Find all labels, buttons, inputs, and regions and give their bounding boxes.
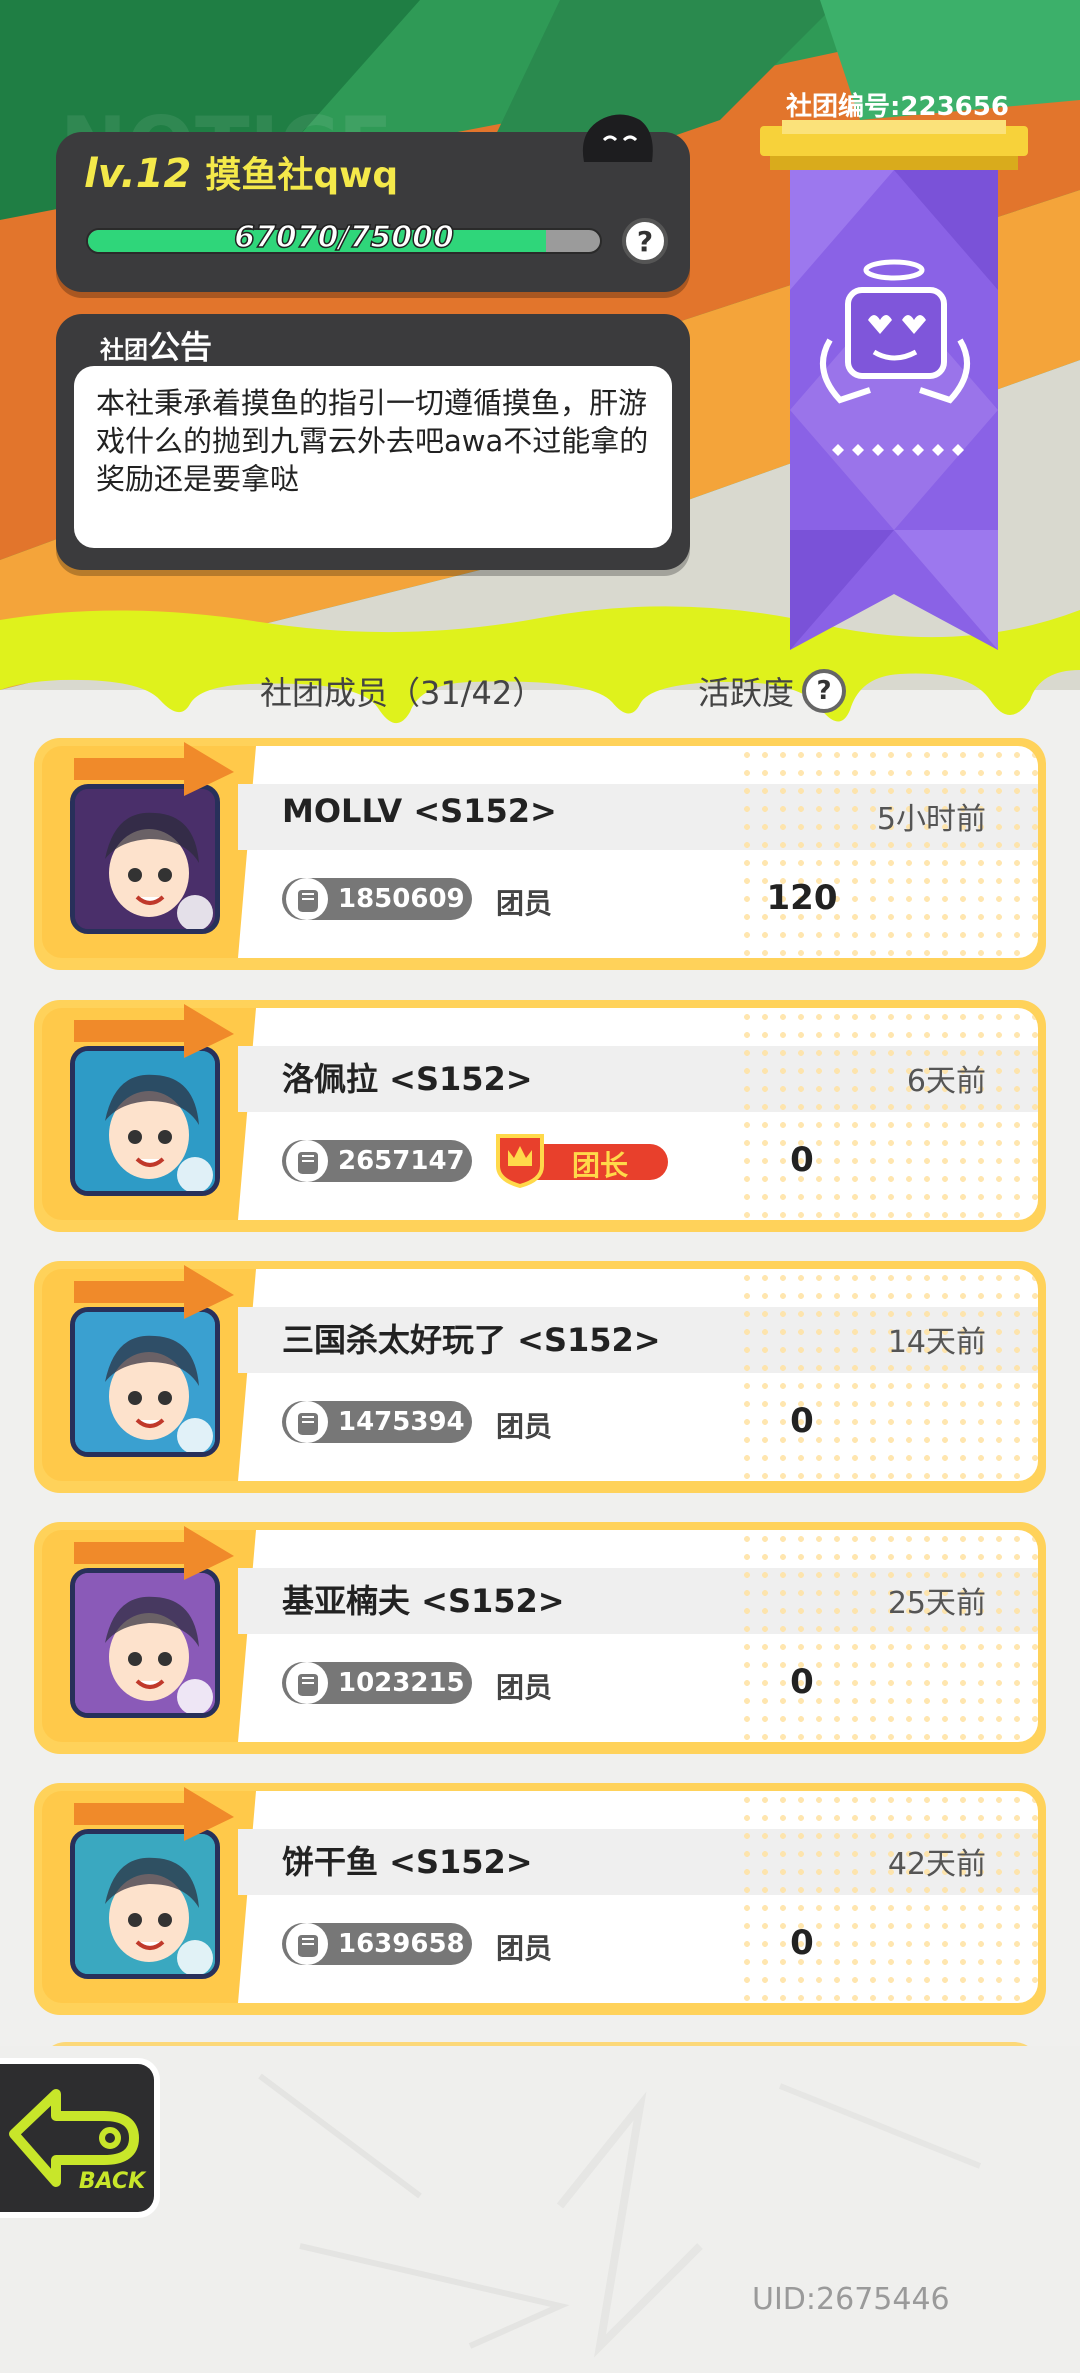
member-activity-score: 0 (790, 1662, 814, 1702)
user-uid: UID:2675446 (752, 2282, 950, 2317)
member-last-online: 42天前 (887, 1847, 986, 1882)
member-card-dots (738, 746, 1038, 958)
member-card[interactable]: 洛佩拉 <S152> 6天前 2657147 团长 0 (34, 1000, 1046, 1232)
member-card[interactable]: 基亚楠夫 <S152> 25天前 1023215 团员 0 (34, 1522, 1046, 1754)
bottom-decor (258, 2073, 982, 2358)
member-card[interactable]: 三国杀太好玩了 <S152> 14天前 1475394 团员 0 (34, 1261, 1046, 1493)
avatar-portrait-icon (75, 789, 215, 929)
member-power-value: 1023215 (338, 1668, 465, 1698)
member-card-dots (738, 1269, 1038, 1481)
activity-help-button[interactable]: ? (802, 669, 847, 713)
member-power-value: 1475394 (338, 1407, 465, 1437)
card-arrow-decor (74, 742, 234, 796)
fist-power-icon (286, 878, 328, 920)
club-title: lv.12 摸鱼社qwq (84, 146, 398, 198)
member-card-dots (738, 1791, 1038, 2003)
card-arrow-decor (74, 1265, 234, 1319)
member-power: 1475394 (282, 1401, 472, 1443)
avatar-portrait-icon (75, 1573, 215, 1713)
member-name: 饼干鱼 <S152> (282, 1843, 533, 1881)
card-arrow-decor (74, 1526, 234, 1580)
back-label: BACK (79, 2169, 147, 2194)
card-arrow-decor (74, 1004, 234, 1058)
member-activity-score: 0 (790, 1923, 814, 1963)
xp-progress-text: 67070/75000 (233, 219, 454, 256)
mascot-blob-icon (582, 114, 653, 162)
member-last-online: 25天前 (887, 1586, 986, 1621)
fist-power-icon (286, 1923, 328, 1965)
announcement-label-small: 社团 (100, 336, 148, 364)
avatar-portrait-icon (75, 1834, 215, 1974)
activity-header: 活跃度 ? (698, 668, 847, 714)
avatar-portrait-icon (75, 1312, 215, 1452)
announcement-text: 本社秉承着摸鱼的指引一切遵循摸鱼，肝游戏什么的抛到九霄云外去吧awa不过能拿的奖… (74, 366, 672, 548)
member-avatar[interactable] (70, 1046, 220, 1196)
member-power: 1850609 (282, 878, 472, 920)
member-card[interactable]: 饼干鱼 <S152> 42天前 1639658 团员 0 (34, 1783, 1046, 2015)
member-activity-score: 0 (790, 1401, 814, 1441)
member-avatar[interactable] (70, 1307, 220, 1457)
member-role: 团员 (496, 1671, 553, 1704)
card-arrow-decor (74, 1787, 234, 1841)
member-avatar[interactable] (70, 784, 220, 934)
member-role: 团员 (496, 1932, 553, 1965)
member-name: 三国杀太好玩了 <S152> (282, 1321, 661, 1359)
fist-power-icon (286, 1140, 328, 1182)
member-last-online: 6天前 (906, 1064, 986, 1099)
back-button[interactable]: BACK (0, 2058, 160, 2218)
member-role: 团员 (496, 1410, 553, 1443)
member-avatar[interactable] (70, 1829, 220, 1979)
activity-label: 活跃度 (698, 674, 795, 712)
member-name: 洛佩拉 <S152> (282, 1060, 533, 1098)
fist-power-icon (286, 1662, 328, 1704)
club-emblem-banner[interactable] (760, 120, 1028, 660)
leader-badge: 团长 (494, 1132, 672, 1188)
member-power-value: 2657147 (338, 1146, 465, 1176)
members-count-header: 社团成员（31/42） (260, 674, 545, 712)
member-name: 基亚楠夫 <S152> (282, 1582, 565, 1620)
club-level-panel: lv.12 摸鱼社qwq 67070/75000 ? (56, 114, 690, 292)
announcement-label: 社团公告 (100, 322, 212, 368)
member-power-value: 1850609 (338, 884, 465, 914)
member-card[interactable]: MOLLV <S152> 5小时前 1850609 团员 120 (34, 738, 1046, 970)
club-id: 社团编号:223656 (786, 92, 1009, 122)
member-power-value: 1639658 (338, 1929, 465, 1959)
fist-power-icon (286, 1401, 328, 1443)
member-role: 团员 (496, 887, 553, 920)
member-card-dots (738, 1530, 1038, 1742)
member-activity-score: 0 (790, 1140, 814, 1180)
avatar-portrait-icon (75, 1051, 215, 1191)
member-avatar[interactable] (70, 1568, 220, 1718)
member-last-online: 5小时前 (876, 802, 986, 837)
member-last-online: 14天前 (887, 1325, 986, 1360)
club-name: 摸鱼社qwq (205, 155, 399, 196)
announcement-panel: 社团公告 本社秉承着摸鱼的指引一切遵循摸鱼，肝游戏什么的抛到九霄云外去吧awa不… (56, 314, 690, 570)
xp-help-button[interactable]: ? (622, 218, 668, 264)
bottom-area (0, 2046, 1080, 2373)
club-level: lv.12 (84, 151, 192, 197)
member-power: 2657147 (282, 1140, 472, 1182)
member-power: 1023215 (282, 1662, 472, 1704)
announcement-label-big: 公告 (148, 328, 213, 366)
member-power: 1639658 (282, 1923, 472, 1965)
member-activity-score: 120 (766, 878, 838, 918)
member-role: 团长 (572, 1149, 629, 1182)
member-name: MOLLV <S152> (282, 792, 557, 830)
crown-shield-icon (496, 1134, 544, 1188)
back-arrow-icon: BACK (9, 2089, 147, 2194)
member-card-dots (738, 1008, 1038, 1220)
